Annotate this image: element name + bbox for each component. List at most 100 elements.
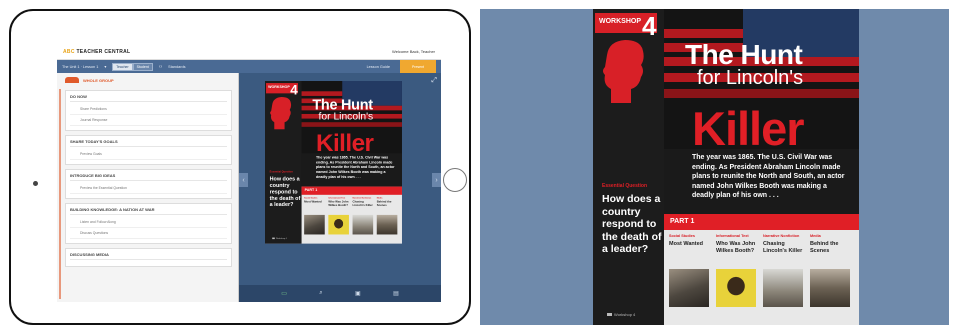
toc-card[interactable]: Narrative Nonfiction Chasing Lincoln's K… — [352, 196, 376, 238]
chevron-down-icon[interactable]: ▾ — [104, 64, 106, 69]
card-title: Who Was John Wilkes Booth? — [716, 241, 756, 254]
toc-card[interactable]: Informational Text Who Was John Wilkes B… — [716, 234, 760, 314]
cover-title-killer: Killer — [692, 102, 805, 155]
footer-label: Workshop 4 — [614, 312, 636, 317]
card-category: Narrative Nonfiction — [352, 196, 372, 199]
user-menu[interactable]: Welcome Back, Teacher — [392, 49, 435, 54]
section-title: DISCUSSING MEDIA — [70, 252, 227, 260]
toc-card[interactable]: Narrative Nonfiction Chasing Lincoln's K… — [763, 234, 807, 314]
card-category: Informational Text — [328, 196, 346, 199]
essential-question: How does a country respond to the death … — [269, 175, 301, 208]
part-banner: PART 1 — [301, 186, 402, 195]
lesson-sidebar: WHOLE GROUP DO NOW Share Predictions Jou… — [57, 73, 239, 302]
card-title: Chasing Lincoln's Killer — [763, 241, 803, 254]
card-title: Who Was John Wilkes Booth? — [328, 200, 349, 207]
toggle-student[interactable]: Student — [132, 62, 153, 71]
group-header: WHOLE GROUP — [57, 73, 238, 87]
essential-question-label: Essential Question — [602, 183, 648, 189]
text-icon[interactable]: ▤ — [393, 290, 399, 297]
ipad-screen: ABC TEACHER CENTRAL Welcome Back, Teache… — [57, 44, 441, 302]
app-header: ABC TEACHER CENTRAL Welcome Back, Teache… — [57, 44, 441, 60]
workshop-label: WORKSHOP — [599, 18, 641, 25]
page-footer: Workshop 4 — [607, 312, 635, 317]
sidebar-accent — [59, 89, 61, 299]
card-image — [376, 214, 398, 235]
cover-intro-text: The year was 1865. The U.S. Civil War wa… — [692, 154, 845, 199]
card-category: Narrative Nonfiction — [763, 234, 800, 238]
prev-page-icon[interactable]: ‹ — [239, 173, 248, 187]
flag-stripe — [653, 89, 859, 98]
part-label: PART 1 — [670, 218, 695, 225]
logo-prefix: ABC — [63, 48, 75, 55]
card-title: Most Wanted — [669, 241, 704, 247]
cover-intro-text: The year was 1865. The U.S. Civil War wa… — [315, 155, 395, 179]
flag-stripe — [653, 29, 743, 38]
part-banner: PART 1 — [664, 214, 859, 230]
app-logo[interactable]: ABC TEACHER CENTRAL — [63, 49, 130, 55]
section-building-knowledge[interactable]: BUILDING KNOWLEDGE: A NATION AT WAR List… — [65, 203, 232, 244]
card-category: Media — [376, 196, 383, 199]
workshop-label: WORKSHOP — [268, 85, 290, 90]
essential-question-label: Essential Question — [269, 170, 293, 174]
composite-canvas: ABC TEACHER CENTRAL Welcome Back, Teache… — [0, 0, 961, 332]
group-icon — [65, 77, 79, 83]
card-category: Media — [810, 234, 821, 238]
toc-card[interactable]: Media Behind the Scenes — [376, 196, 400, 238]
section-item[interactable]: Preview the Essential Question — [70, 183, 227, 194]
nav-standards[interactable]: Standards — [168, 65, 185, 69]
toc-card[interactable]: Informational Text Who Was John Wilkes B… — [328, 197, 351, 238]
cover-title-killer: Killer — [315, 128, 374, 157]
card-category: Informational Text — [716, 234, 749, 238]
toc-card[interactable]: Social Studies Most Wanted — [304, 197, 327, 238]
essential-question: How does a country respond to the death … — [602, 193, 662, 255]
gallery-icon[interactable]: ▣ — [355, 290, 361, 297]
lesson-navbar: The Unit 1 · Lesson 1 ▾ Teacher Student … — [57, 60, 441, 73]
search-icon[interactable]: ⌕ — [319, 290, 322, 297]
magazine-thumbnail: WORKSHOP 4 The Hunt for Lincoln's Killer… — [265, 81, 402, 247]
view-toggle: Teacher Student — [112, 62, 153, 71]
section-item[interactable]: Share Predictions — [70, 104, 227, 115]
zoomed-view: WORKSHOP 4 The Hunt for Lincoln's Killer… — [480, 9, 949, 325]
lincoln-silhouette-icon — [270, 96, 292, 130]
card-title: Behind the Scenes — [810, 241, 839, 254]
group-label: WHOLE GROUP — [83, 77, 114, 83]
card-image — [669, 269, 709, 307]
workshop-badge: WORKSHOP 4 — [595, 11, 657, 41]
card-image — [716, 269, 756, 307]
section-big-ideas[interactable]: INTRODUCE BIG IDEAS Preview the Essentia… — [65, 169, 232, 199]
card-image — [352, 214, 374, 235]
toc-card[interactable]: Social Studies Most Wanted — [669, 234, 713, 314]
footer-label: Workshop 4 — [275, 237, 287, 240]
present-button[interactable]: Present — [400, 60, 436, 73]
section-do-now[interactable]: DO NOW Share Predictions Journal Respons… — [65, 90, 232, 131]
card-title: Most Wanted — [304, 200, 322, 204]
lesson-breadcrumb[interactable]: The Unit 1 · Lesson 1 — [62, 65, 98, 69]
page-footer: Workshop 4 — [272, 237, 287, 240]
magazine-page-large: WORKSHOP 4 The Hunt for Lincoln's Killer… — [593, 9, 859, 325]
user-icon[interactable]: ⚇ — [159, 64, 162, 69]
section-share-goals[interactable]: SHARE TODAY'S GOALS Preview Goals — [65, 135, 232, 165]
section-discussing-media[interactable]: DISCUSSING MEDIA — [65, 248, 232, 267]
next-page-icon[interactable]: › — [432, 173, 441, 187]
presentation-icon[interactable]: ▭ — [281, 290, 287, 297]
section-item[interactable]: Journal Response — [70, 115, 227, 126]
card-category: Social Studies — [669, 234, 695, 238]
card-image — [304, 214, 325, 235]
home-button[interactable] — [443, 168, 467, 192]
card-image — [810, 269, 850, 307]
toc-card[interactable]: Media Behind the Scenes — [810, 234, 854, 314]
page-viewer: ⤢ ‹ › WORKSHOP 4 The Hunt for Lincoln's … — [239, 73, 441, 302]
cover-title-line2: for Lincoln's — [318, 110, 374, 123]
expand-icon[interactable]: ⤢ — [431, 77, 437, 85]
lincoln-silhouette-icon — [603, 40, 644, 103]
section-item[interactable]: Preview Goals — [70, 149, 227, 160]
part-label: PART 1 — [304, 188, 318, 193]
nav-lesson-guide[interactable]: Lesson Guide — [367, 65, 390, 69]
section-item[interactable]: Listen and Follow Along — [70, 217, 227, 228]
section-item[interactable]: Discuss Questions — [70, 228, 227, 239]
toggle-teacher[interactable]: Teacher — [112, 62, 133, 71]
flag-stripe — [295, 91, 343, 96]
section-title: INTRODUCE BIG IDEAS — [70, 173, 227, 181]
book-icon — [607, 313, 612, 316]
card-title: Behind the Scenes — [376, 200, 392, 207]
